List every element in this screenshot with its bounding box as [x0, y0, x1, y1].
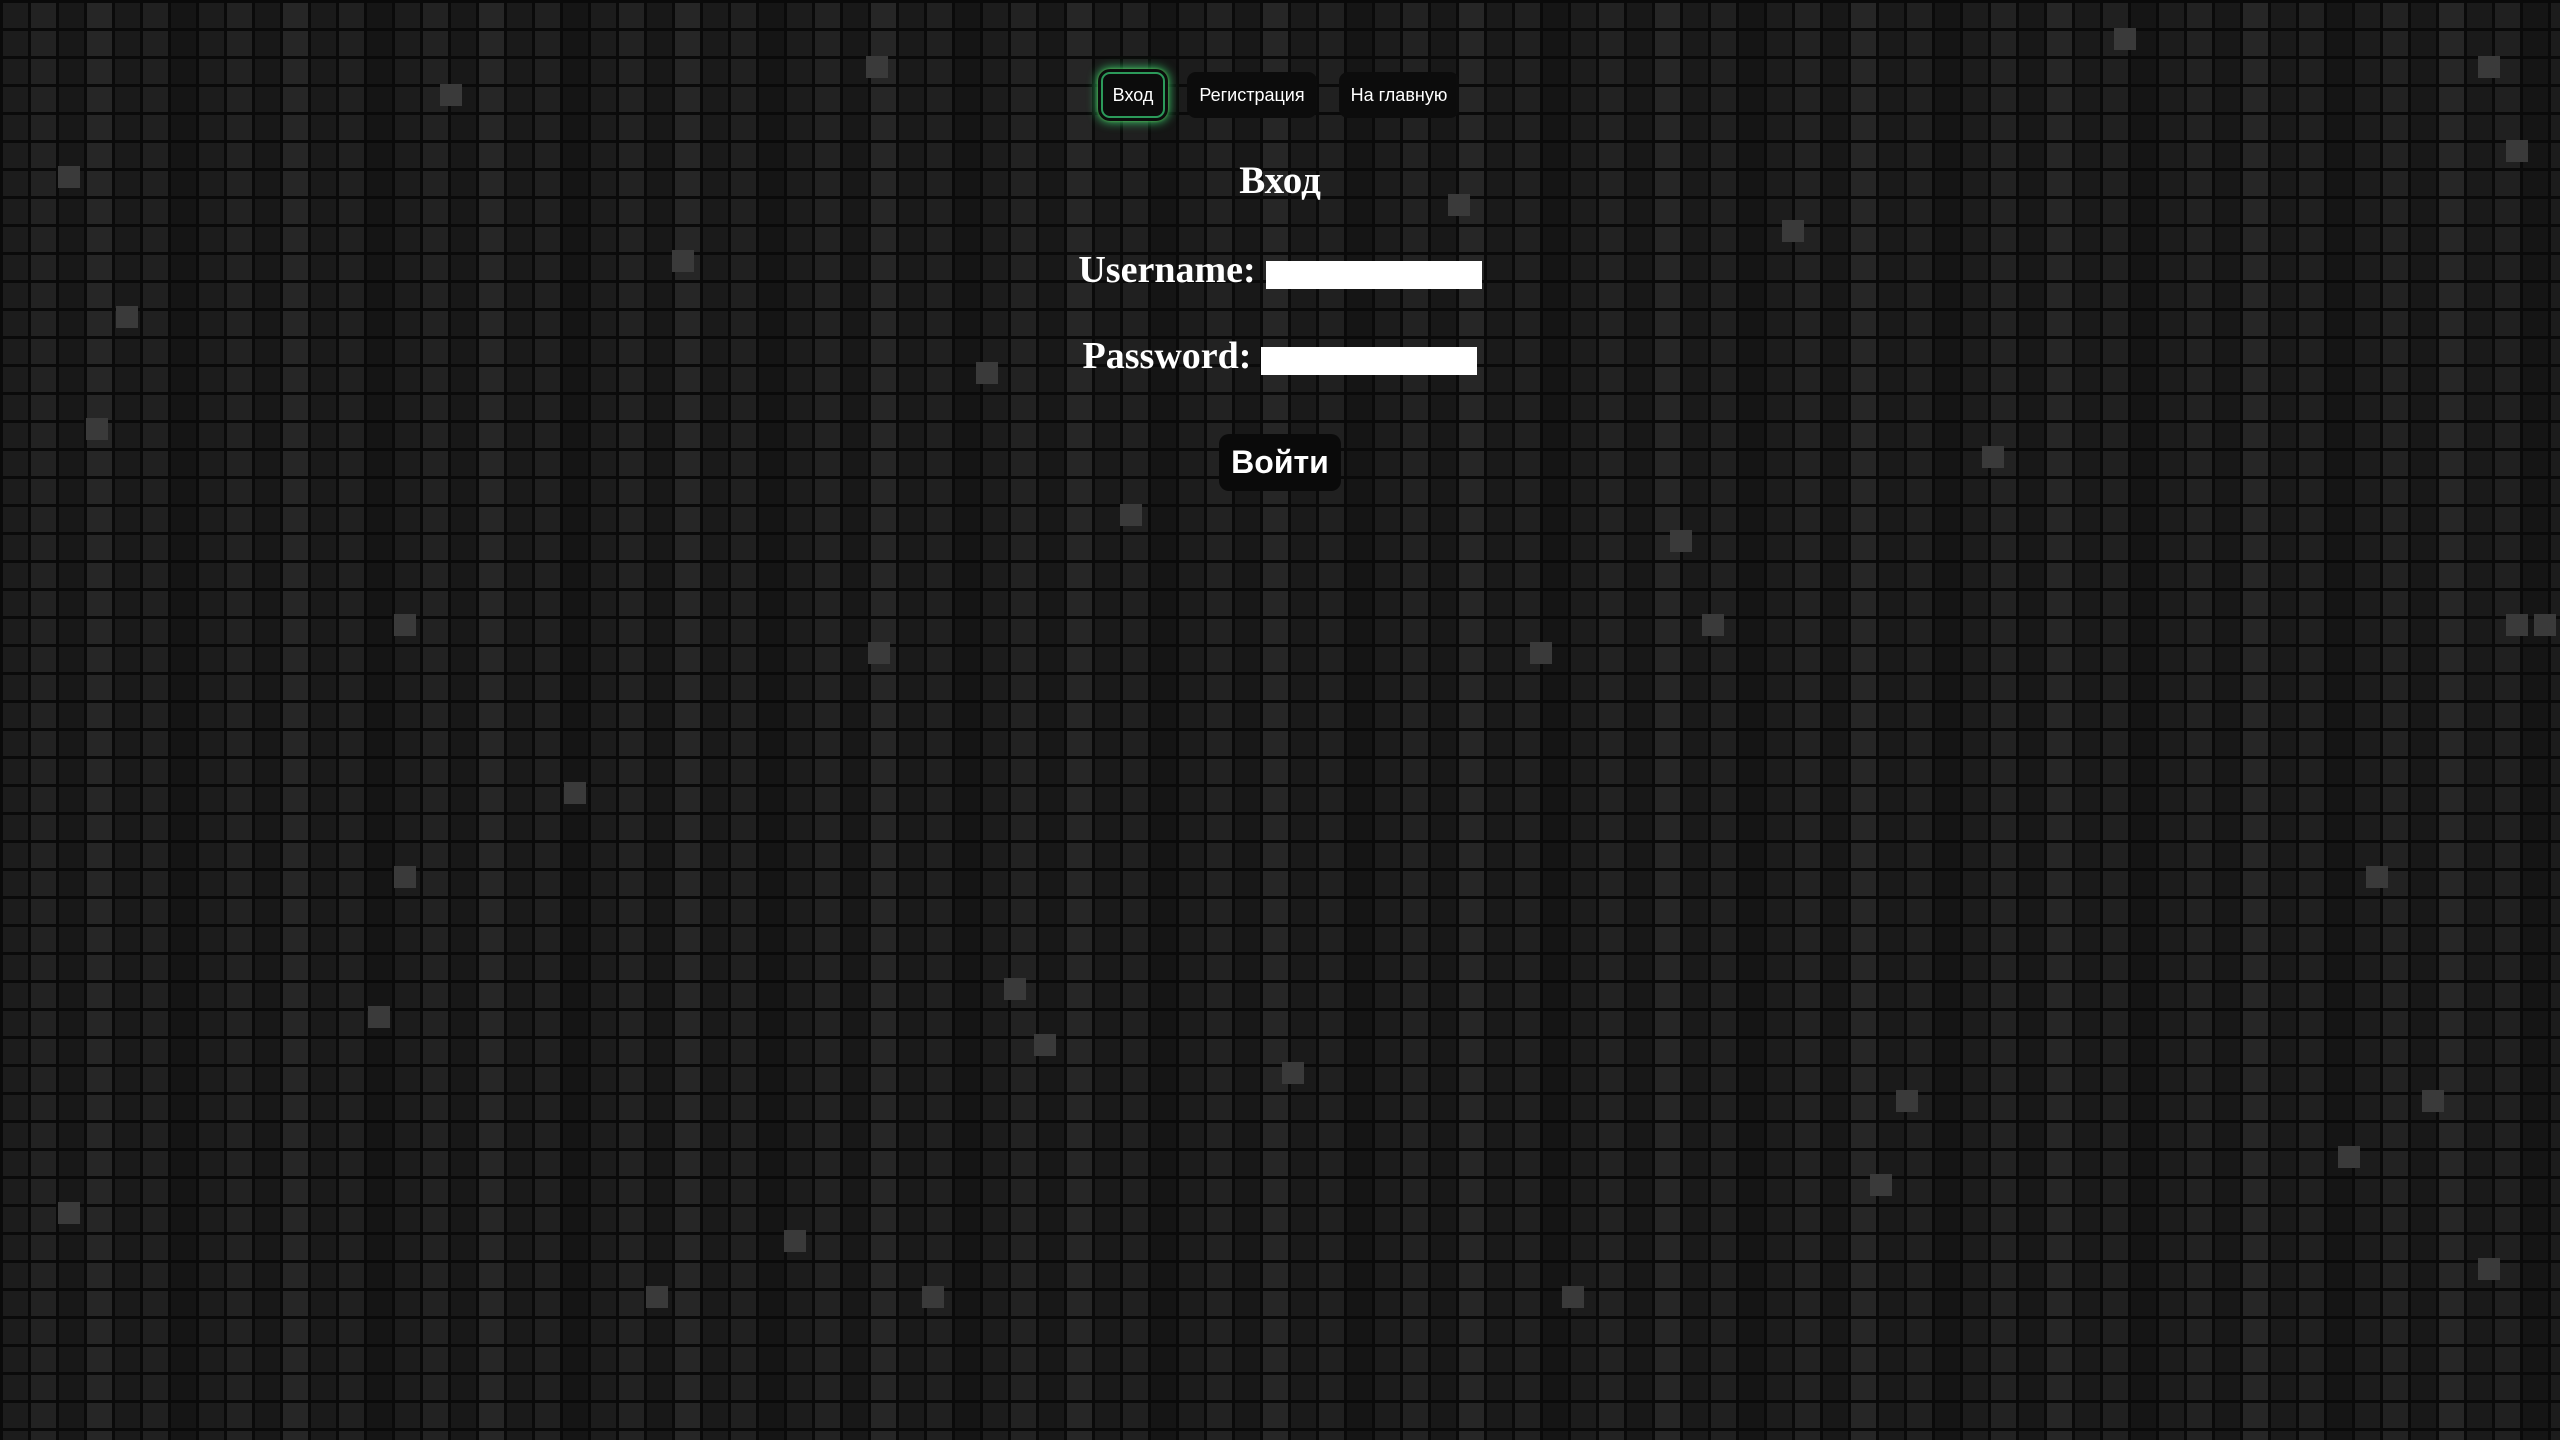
top-nav: Вход Регистрация На главную — [0, 72, 2560, 118]
login-submit-button[interactable]: Войти — [1219, 434, 1341, 491]
username-label: Username: — [1078, 249, 1256, 291]
page-title: Вход — [1239, 159, 1321, 202]
nav-home-button[interactable]: На главную — [1338, 72, 1460, 118]
tiled-background — [0, 0, 2560, 1440]
password-label: Password: — [1082, 335, 1252, 377]
nav-login-button[interactable]: Вход — [1100, 72, 1166, 118]
password-row: Password: — [0, 334, 2560, 378]
username-input[interactable] — [1265, 261, 1482, 289]
username-row: Username: — [0, 248, 2560, 292]
submit-container: Войти — [0, 434, 2560, 491]
password-input[interactable] — [1261, 347, 1478, 375]
nav-register-button[interactable]: Регистрация — [1187, 72, 1317, 118]
